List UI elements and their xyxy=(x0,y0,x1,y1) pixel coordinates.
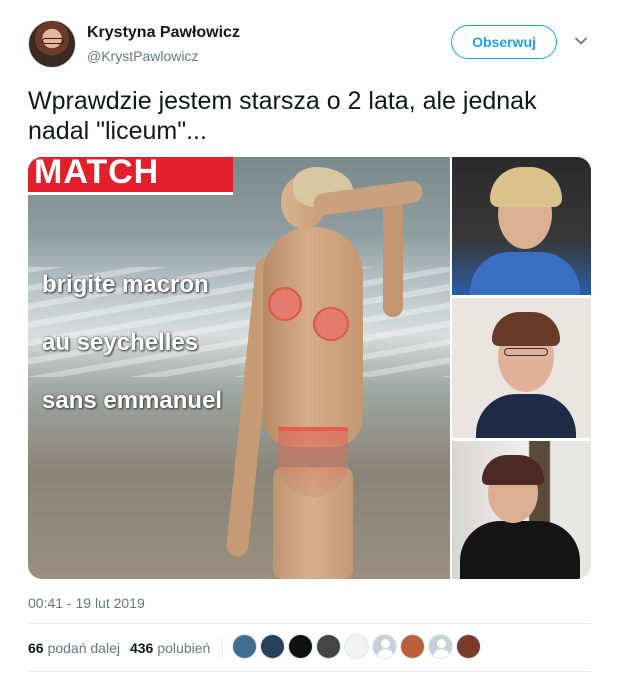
default-avatar-icon[interactable] xyxy=(428,634,453,659)
likers-avatars xyxy=(232,634,484,662)
image-caption-line-2: au seychelles xyxy=(42,329,199,356)
tweet-timestamp[interactable]: 00:41 - 19 lut 2019 xyxy=(28,595,145,611)
engagement-stats: 66 podań dalej 436 polubień xyxy=(28,638,233,658)
follow-button[interactable]: Obserwuj xyxy=(451,25,557,59)
liker-avatar[interactable] xyxy=(260,634,285,659)
likes-stat[interactable]: 436 polubień xyxy=(130,640,210,656)
divider xyxy=(28,671,591,672)
magazine-logo: MATCH xyxy=(28,157,233,195)
liker-avatar[interactable] xyxy=(288,634,313,659)
user-handle[interactable]: @KrystPawlowicz xyxy=(87,48,198,64)
default-avatar-icon[interactable] xyxy=(372,634,397,659)
retweets-label: podań dalej xyxy=(47,640,120,656)
liker-avatar[interactable] xyxy=(232,634,257,659)
media-side-image-2[interactable] xyxy=(452,298,591,438)
user-avatar[interactable] xyxy=(28,20,76,68)
media-side-image-1[interactable] xyxy=(452,157,591,295)
likes-count: 436 xyxy=(129,640,154,656)
liker-avatar[interactable] xyxy=(344,634,369,659)
tweet-header: Krystyna Pawłowicz @KrystPawlowicz Obser… xyxy=(28,18,598,74)
glasses-icon xyxy=(42,38,64,44)
media-grid: MATCH brigite macron au seychelles sans … xyxy=(28,157,591,579)
image-caption-line-1: brigite macron xyxy=(42,271,209,298)
liker-avatar[interactable] xyxy=(456,634,481,659)
beach-figure xyxy=(225,167,424,579)
media-main-image[interactable]: MATCH brigite macron au seychelles sans … xyxy=(28,157,450,579)
likes-label: polubień xyxy=(157,640,211,656)
liker-avatar[interactable] xyxy=(400,634,425,659)
chevron-down-icon[interactable] xyxy=(574,34,588,48)
retweets-count: 66 xyxy=(28,640,44,656)
media-side-image-3[interactable] xyxy=(452,441,591,579)
tweet-text: Wprawdzie jestem starsza o 2 lata, ale j… xyxy=(28,87,537,145)
image-caption-line-3: sans emmanuel xyxy=(42,387,223,414)
liker-avatar[interactable] xyxy=(316,634,341,659)
divider xyxy=(28,623,591,624)
user-display-name[interactable]: Krystyna Pawłowicz xyxy=(87,24,240,42)
stats-separator xyxy=(222,638,224,658)
retweets-stat[interactable]: 66 podań dalej xyxy=(28,640,120,656)
